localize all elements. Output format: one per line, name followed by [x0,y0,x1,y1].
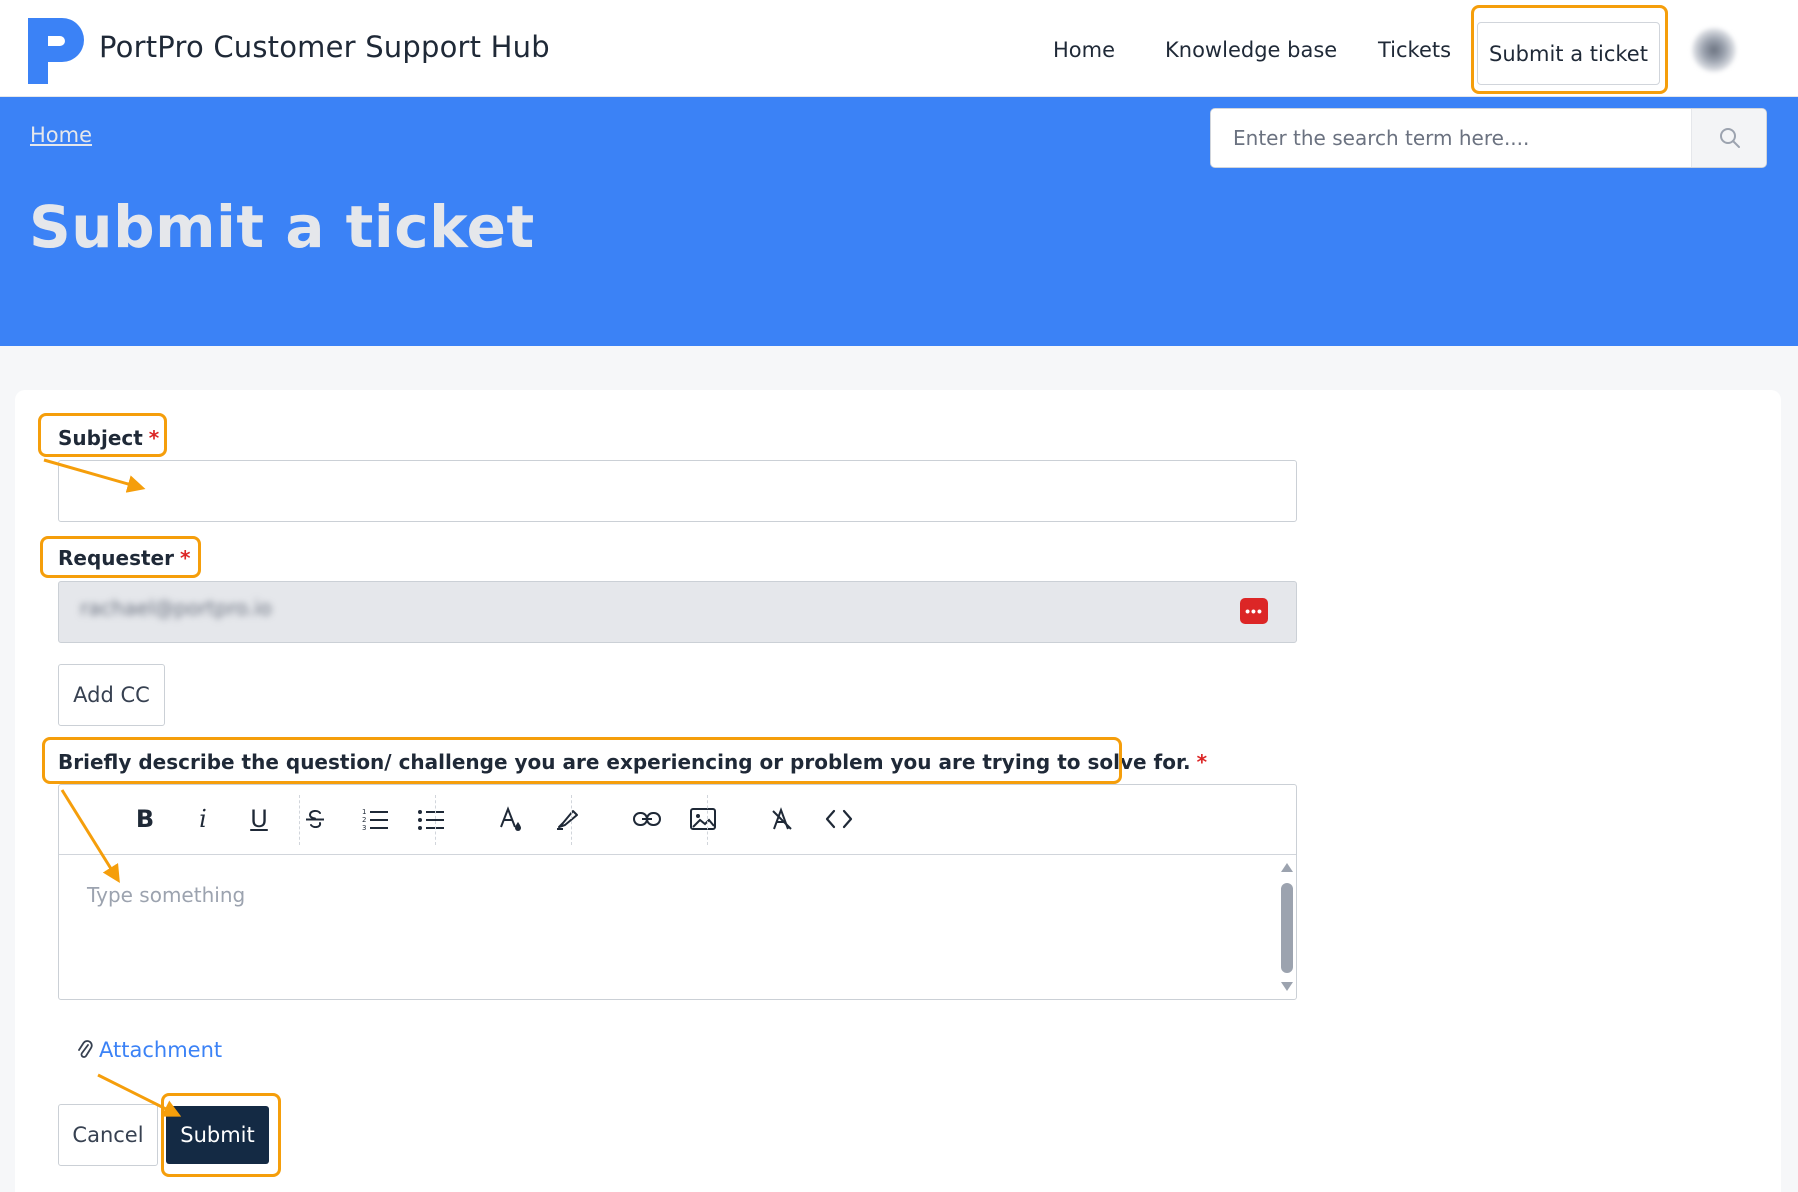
editor-toolbar: B i U 1 2 3 [59,785,1296,855]
svg-text:2: 2 [362,816,366,824]
password-manager-icon[interactable]: ••• [1240,598,1268,624]
scroll-thumb[interactable] [1281,883,1293,973]
brand-name[interactable]: PortPro Customer Support Hub [99,30,550,64]
scroll-down-icon[interactable] [1281,982,1293,991]
nav-submit-ticket-button[interactable]: Submit a ticket [1477,22,1660,85]
submit-button[interactable]: Submit [166,1106,269,1164]
required-mark: * [179,546,191,570]
nav-home[interactable]: Home [1053,38,1115,62]
scroll-up-icon[interactable] [1281,863,1293,872]
image-icon[interactable] [683,799,723,839]
portpro-logo[interactable] [28,18,88,84]
italic-icon[interactable]: i [183,799,223,839]
required-mark: * [1196,750,1208,774]
text-color-icon[interactable] [491,799,531,839]
search-bar [1210,108,1767,168]
svg-text:3: 3 [362,824,366,832]
strikethrough-icon[interactable] [295,799,335,839]
toolbar-separator [299,795,300,845]
required-mark: * [148,426,160,450]
toolbar-separator [707,795,708,845]
page-title: Submit a ticket [29,193,535,261]
bold-icon[interactable]: B [125,799,165,839]
description-label: Briefly describe the question/ challenge… [58,750,1208,774]
requester-email: rachael@portpro.io [80,596,272,620]
subject-label: Subject * [58,426,160,450]
editor-scrollbar[interactable] [1278,855,1296,999]
top-navbar: PortPro Customer Support Hub Home Knowle… [0,0,1798,97]
highlight-icon[interactable] [547,799,587,839]
nav-knowledge-base[interactable]: Knowledge base [1165,38,1337,62]
paperclip-icon [78,1040,93,1058]
toolbar-separator [435,795,436,845]
requester-label: Requester * [58,546,191,570]
code-view-icon[interactable] [819,799,859,839]
clear-format-icon[interactable] [763,799,803,839]
rich-text-editor: B i U 1 2 3 Type something [58,784,1297,1000]
nav-tickets[interactable]: Tickets [1378,38,1451,62]
search-button[interactable] [1691,109,1766,167]
description-editor[interactable]: Type something [59,855,1274,999]
search-input[interactable] [1211,109,1691,167]
attachment-link[interactable]: Attachment [77,1038,222,1062]
bullet-list-icon[interactable] [411,799,451,839]
svg-text:1: 1 [362,808,366,816]
breadcrumb-home[interactable]: Home [30,123,92,147]
cancel-button[interactable]: Cancel [58,1104,158,1166]
user-avatar[interactable] [1692,28,1736,72]
toolbar-separator [571,795,572,845]
hero-banner: Home Submit a ticket [0,97,1798,346]
link-icon[interactable] [627,799,667,839]
ordered-list-icon[interactable]: 1 2 3 [355,799,395,839]
underline-icon[interactable]: U [239,799,279,839]
subject-input[interactable] [58,460,1297,522]
add-cc-button[interactable]: Add CC [58,664,165,726]
search-icon [1720,128,1740,148]
